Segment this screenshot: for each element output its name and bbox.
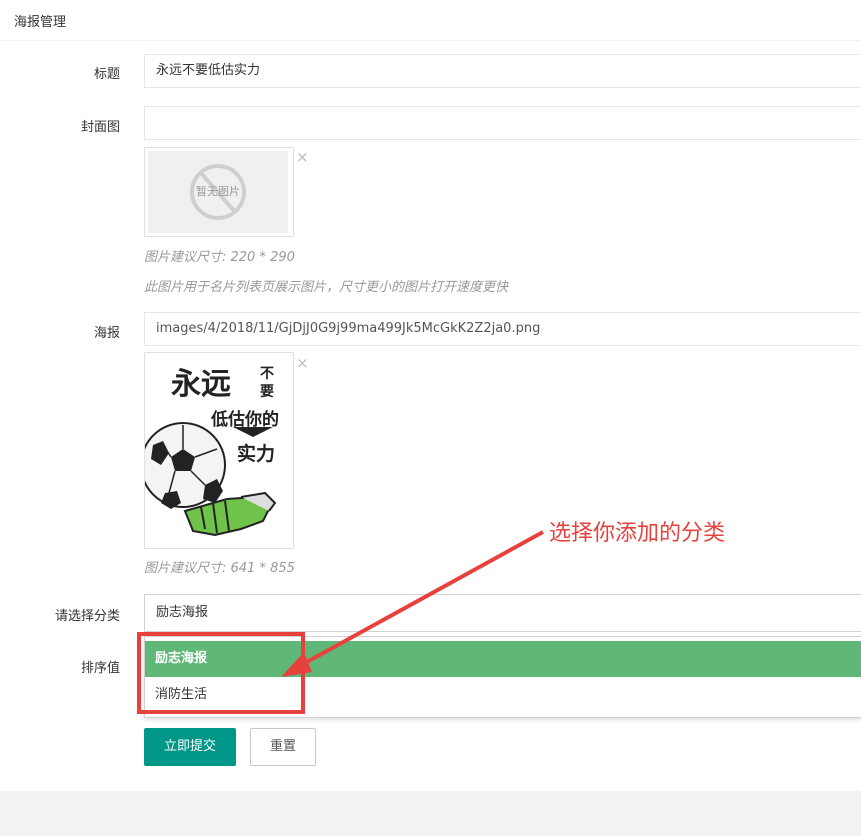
annotation-text: 选择你添加的分类 <box>549 521 726 546</box>
cover-remove-icon[interactable]: × <box>296 150 309 165</box>
poster-remove-icon[interactable]: × <box>296 356 309 371</box>
reset-button[interactable]: 重置 <box>250 728 316 766</box>
sort-label: 排序值 <box>80 661 120 676</box>
title-label: 标题 <box>93 67 120 82</box>
poster-text-line2: 低估你的 <box>211 410 279 430</box>
no-image-text: 暂无图片 <box>196 185 240 198</box>
poster-thumbnail[interactable]: 永远 不 要 低估你的 实力 <box>144 352 294 549</box>
no-image-placeholder: 暂无图片 <box>148 151 288 233</box>
poster-text-side2: 要 <box>260 384 274 400</box>
category-label: 请选择分类 <box>54 609 120 624</box>
category-select[interactable]: 励志海报 <box>144 594 861 632</box>
poster-input[interactable]: images/4/2018/11/GjDjJ0G9j99ma499Jk5McGk… <box>144 312 861 346</box>
poster-text-line1: 永远 <box>171 367 231 402</box>
cover-size-hint: 图片建议尺寸: 220 * 290 <box>144 250 295 265</box>
annotation-highlight-box <box>137 632 305 714</box>
poster-size-hint: 图片建议尺寸: 641 * 855 <box>144 561 295 576</box>
cover-input[interactable] <box>144 106 861 140</box>
cover-usage-hint: 此图片用于名片列表页展示图片，尺寸更小的图片打开速度更快 <box>144 280 509 295</box>
poster-text-side1: 不 <box>260 366 274 382</box>
title-input[interactable]: 永远不要低估实力 <box>144 54 861 88</box>
panel-title: 海报管理 <box>0 0 861 41</box>
cover-thumbnail[interactable]: 暂无图片 <box>144 147 294 237</box>
poster-label: 海报 <box>93 326 120 341</box>
poster-text-line3: 实力 <box>237 443 276 465</box>
poster-management-panel: 海报管理 标题 永远不要低估实力 封面图 暂无图片 × 图片建议尺寸: 220 … <box>0 0 861 791</box>
cover-label: 封面图 <box>80 120 120 135</box>
submit-button[interactable]: 立即提交 <box>144 728 236 766</box>
